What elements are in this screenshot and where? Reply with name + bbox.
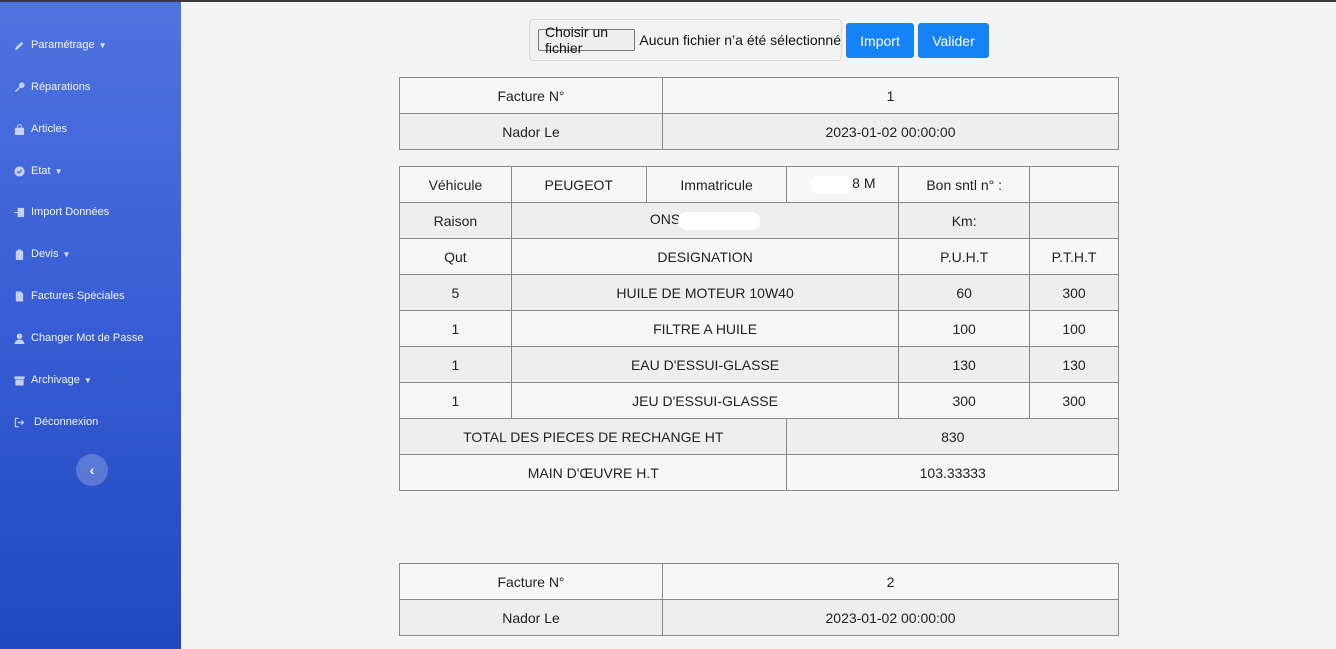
file-import-icon: [14, 207, 25, 217]
choose-file-button[interactable]: Choisir un fichier: [538, 24, 636, 56]
total-pieces-label: TOTAL DES PIECES DE RECHANGE HT: [398, 418, 788, 455]
redaction-mask: [810, 175, 853, 194]
sidebar-item-import-donnees[interactable]: Import Données: [14, 202, 109, 222]
redaction-mask: [678, 211, 761, 230]
column-header-puht: P.U.H.T: [898, 238, 1031, 275]
total-pieces-value: 830: [786, 418, 1119, 455]
row-designation: JEU D'ESSUI-GLASSE: [510, 382, 900, 419]
sidebar-item-label: Etat: [31, 165, 51, 177]
row-designation: HUILE DE MOTEUR 10W40: [510, 274, 900, 311]
caret-down-icon: ▼: [98, 40, 107, 50]
raison-value: ONS: [510, 202, 900, 239]
pencil-icon: [14, 41, 24, 50]
immatricule-value: 8 M: [786, 166, 900, 203]
sidebar-item-label: Archivage: [31, 374, 80, 386]
raison-label: Raison: [399, 202, 512, 239]
file-upload-group: Choisir un fichier Aucun fichier n’a été…: [529, 19, 842, 61]
column-header-qty: Qut: [399, 238, 512, 275]
sidebar-item-deconnexion[interactable]: Déconnexion: [14, 412, 98, 432]
row-qty: 5: [399, 274, 512, 311]
sidebar-item-label: Changer Mot de Passe: [31, 332, 144, 344]
row-puht: 130: [898, 346, 1031, 383]
sidebar-item-label: Réparations: [31, 81, 91, 93]
caret-down-icon: ▼: [62, 249, 71, 259]
vehicule-label: Véhicule: [399, 166, 512, 203]
main-oeuvre-label: MAIN D'ŒUVRE H.T: [398, 454, 788, 491]
file-status-text: Aucun fichier n’a été sélectionné: [639, 32, 841, 48]
sidebar-item-factures-speciales[interactable]: Factures Spéciales: [14, 286, 125, 306]
wrench-icon: [14, 81, 25, 92]
sidebar: Paramétrage ▼ Réparations Articles Etat …: [0, 2, 181, 649]
row-puht: 60: [898, 274, 1031, 311]
column-header-designation: DESIGNATION: [510, 238, 900, 275]
bag-icon: [14, 123, 25, 135]
sidebar-item-devis[interactable]: Devis ▼: [14, 244, 70, 264]
row-ptht: 300: [1029, 382, 1119, 419]
immatricule-label: Immatricule: [645, 166, 788, 203]
check-circle-icon: [14, 165, 25, 177]
row-designation: FILTRE A HUILE: [510, 310, 900, 347]
sidebar-item-label: Factures Spéciales: [31, 290, 125, 302]
sidebar-item-label: Import Données: [31, 206, 110, 218]
sidebar-item-etat[interactable]: Etat ▼: [14, 161, 63, 181]
place-label: Nador Le: [399, 599, 663, 636]
bon-sntl-value: [1029, 166, 1119, 203]
sidebar-item-parametrage[interactable]: Paramétrage ▼: [14, 35, 107, 55]
invoice-date: 2023-01-02 00:00:00: [662, 113, 1119, 150]
row-ptht: 130: [1029, 346, 1119, 383]
sign-out-icon: [14, 417, 25, 427]
sidebar-item-changer-mot-de-passe[interactable]: Changer Mot de Passe: [14, 328, 144, 348]
sidebar-item-label: Déconnexion: [34, 416, 99, 428]
km-label: Km:: [898, 202, 1031, 239]
place-label: Nador Le: [399, 113, 663, 150]
sidebar-toggle-button[interactable]: ‹: [76, 454, 108, 486]
raison-text: ONS: [649, 211, 681, 228]
caret-down-icon: ▼: [83, 375, 92, 385]
sidebar-item-label: Devis: [31, 248, 59, 260]
file-icon: [15, 290, 24, 302]
row-qty: 1: [399, 382, 512, 419]
immatricule-text: 8 M: [852, 175, 876, 192]
sidebar-item-label: Articles: [31, 123, 68, 135]
table-row: 1 EAU D'ESSUI-GLASSE 130 130: [399, 346, 1119, 383]
row-qty: 1: [399, 310, 512, 347]
facture-label: Facture N°: [399, 563, 663, 600]
row-qty: 1: [399, 346, 512, 383]
sidebar-item-archivage[interactable]: Archivage ▼: [14, 370, 92, 390]
user-icon: [14, 332, 25, 344]
table-row: 1 FILTRE A HUILE 100 100: [399, 310, 1119, 347]
table-row: 5 HUILE DE MOTEUR 10W40 60 300: [399, 274, 1119, 311]
import-button[interactable]: Import: [846, 23, 914, 58]
column-header-ptht: P.T.H.T: [1029, 238, 1119, 275]
clipboard-icon: [15, 248, 24, 260]
invoice-header-table-2: Facture N° 2 Nador Le 2023-01-02 00:00:0…: [399, 563, 1119, 636]
facture-number: 1: [662, 77, 1119, 114]
facture-number: 2: [662, 563, 1119, 600]
sidebar-item-reparations[interactable]: Réparations: [14, 77, 90, 97]
row-puht: 300: [898, 382, 1031, 419]
sidebar-item-articles[interactable]: Articles: [14, 119, 67, 139]
chevron-left-icon: ‹: [89, 462, 95, 478]
sidebar-item-label: Paramétrage: [31, 39, 95, 51]
row-ptht: 300: [1029, 274, 1119, 311]
invoice-detail-table-1: Véhicule PEUGEOT Immatricule 8 M Bon snt…: [398, 166, 1119, 491]
bon-sntl-label: Bon sntl n° :: [898, 166, 1031, 203]
row-puht: 100: [898, 310, 1031, 347]
facture-label: Facture N°: [399, 77, 663, 114]
caret-down-icon: ▼: [54, 166, 63, 176]
main-oeuvre-value: 103.33333: [786, 454, 1119, 491]
vehicule-value: PEUGEOT: [510, 166, 647, 203]
archive-icon: [14, 375, 25, 386]
invoice-date: 2023-01-02 00:00:00: [662, 599, 1119, 636]
km-value: [1029, 202, 1119, 239]
table-row: 1 JEU D'ESSUI-GLASSE 300 300: [399, 382, 1119, 419]
row-ptht: 100: [1029, 310, 1119, 347]
invoice-header-table-1: Facture N° 1 Nador Le 2023-01-02 00:00:0…: [399, 77, 1119, 150]
page: Paramétrage ▼ Réparations Articles Etat …: [0, 0, 1336, 649]
row-designation: EAU D'ESSUI-GLASSE: [510, 346, 900, 383]
validate-button[interactable]: Valider: [918, 23, 989, 58]
